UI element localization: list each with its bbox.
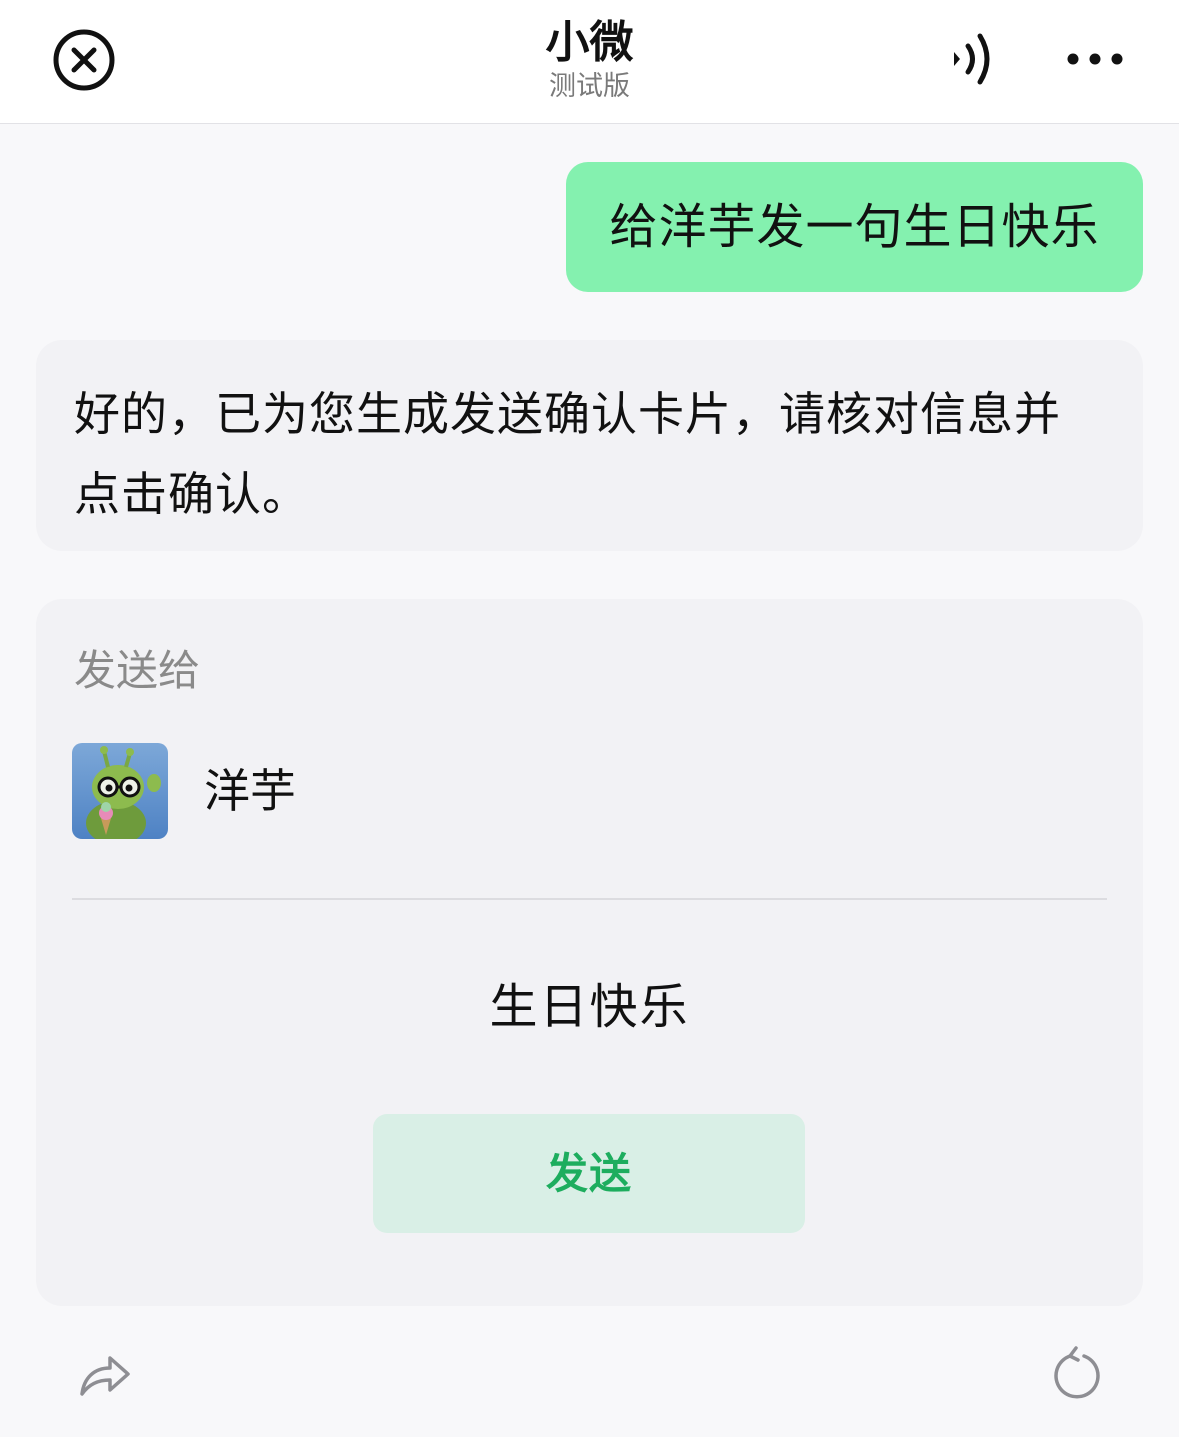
message-preview: 生日快乐 xyxy=(489,979,690,1035)
user-message-bubble: 给洋芋发一句生日快乐 xyxy=(566,162,1143,292)
more-dots-icon[interactable] xyxy=(1060,34,1130,84)
send-button[interactable]: 发送 xyxy=(373,1114,805,1233)
send-confirm-card: 发送给 洋芋 生日快乐 发送 xyxy=(36,599,1143,1306)
divider xyxy=(72,898,1107,900)
assistant-reply-bubble: 好的，已为您生成发送确认卡片，请核对信息并点击确认。 xyxy=(36,340,1143,551)
refresh-icon[interactable] xyxy=(1046,1344,1106,1404)
chat-page: 小微 测试版 给洋芋发一句生日快乐 好的，已为您生成发送确认卡片，请核对信息并点… xyxy=(0,0,1179,1437)
top-bar: 小微 测试版 xyxy=(0,0,1179,124)
share-arrow-icon[interactable] xyxy=(74,1344,134,1404)
send-to-label: 发送给 xyxy=(74,646,201,695)
avatar[interactable] xyxy=(72,743,168,839)
recipient-name: 洋芋 xyxy=(204,764,296,818)
speaker-icon[interactable] xyxy=(944,24,1008,94)
